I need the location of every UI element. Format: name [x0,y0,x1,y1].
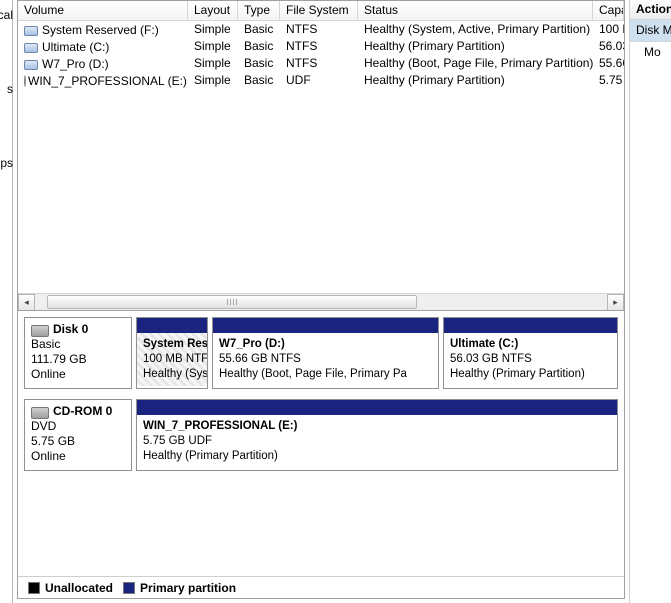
horizontal-scrollbar[interactable]: ◂ ▸ [18,293,624,310]
volume-capacity: 55.66 [593,56,624,72]
partition-band [444,318,617,333]
volume-type: Basic [238,56,280,72]
disk-kind: DVD [31,419,125,434]
partition[interactable]: WIN_7_PROFESSIONAL (E:)5.75 GB UDFHealth… [136,399,618,471]
partition-area: WIN_7_PROFESSIONAL (E:)5.75 GB UDFHealth… [136,399,618,471]
scroll-track[interactable] [35,294,607,310]
volume-capacity: 5.75 G [593,73,624,89]
volume-type: Basic [238,22,280,38]
scroll-thumb[interactable] [47,295,417,309]
actions-group[interactable]: Disk Ma [630,20,671,42]
partition-area: System Rese100 MB NTFSHealthy (SystW7_Pr… [136,317,618,389]
partition-name: System Rese [143,337,201,352]
volume-list-rows: System Reserved (F:)SimpleBasicNTFSHealt… [18,21,624,293]
actions-pane: Actions Disk Ma Mo [629,0,671,603]
actions-title: Actions [630,0,671,20]
tree-nav-fragment: ocal s ups [0,0,13,603]
partition-name: W7_Pro (D:) [219,337,432,352]
disk-icon [31,405,49,419]
volume-row[interactable]: W7_Pro (D:) SimpleBasicNTFSHealthy (Boot,… [18,55,624,72]
volume-fs: NTFS [280,39,358,55]
volume-layout: Simple [188,73,238,89]
disk-icon [31,323,49,337]
legend-unallocated-label: Unallocated [45,581,113,595]
volume-capacity: 100 M [593,22,624,38]
volume-list-header: Volume Layout Type File System Status Ca… [18,1,624,21]
legend: Unallocated Primary partition [18,576,624,598]
volume-type: Basic [238,73,280,89]
partition-name: WIN_7_PROFESSIONAL (E:) [143,419,611,434]
volume-drive-icon [24,41,38,53]
partition-status: Healthy (Primary Partition) [143,449,611,464]
tree-frag[interactable]: s [7,82,13,96]
volume-layout: Simple [188,56,238,72]
column-header-volume[interactable]: Volume [18,1,188,20]
volume-name: WIN_7_PROFESSIONAL (E:) [28,74,187,88]
volume-list: Volume Layout Type File System Status Ca… [18,1,624,311]
scroll-left-button[interactable]: ◂ [18,294,35,311]
volume-fs: NTFS [280,22,358,38]
partition[interactable]: System Rese100 MB NTFSHealthy (Syst [136,317,208,389]
volume-status: Healthy (Boot, Page File, Primary Partit… [358,56,593,72]
volume-drive-icon [24,58,38,70]
partition-size: 5.75 GB UDF [143,434,611,449]
partition-status: Healthy (Primary Partition) [450,367,611,382]
volume-name: Ultimate (C:) [42,40,109,54]
tree-frag[interactable]: ocal [0,8,13,22]
volume-status: Healthy (System, Active, Primary Partiti… [358,22,593,38]
column-header-capacity[interactable]: Capa [593,1,624,20]
disk-size: 5.75 GB [31,434,125,449]
volume-capacity: 56.03 [593,39,624,55]
disk-management-pane: Volume Layout Type File System Status Ca… [17,0,625,599]
partition-name: Ultimate (C:) [450,337,611,352]
volume-name: System Reserved (F:) [42,23,159,37]
swatch-navy-icon [123,582,135,594]
volume-fs: UDF [280,73,358,89]
scroll-right-button[interactable]: ▸ [607,294,624,311]
tree-frag[interactable]: ups [0,156,13,170]
partition-band [137,318,207,333]
legend-unallocated: Unallocated [28,581,113,595]
volume-fs: NTFS [280,56,358,72]
disk-label[interactable]: Disk 0Basic111.79 GBOnline [24,317,132,389]
partition-band [213,318,438,333]
disk-name: CD-ROM 0 [53,404,112,419]
swatch-black-icon [28,582,40,594]
volume-type: Basic [238,39,280,55]
legend-primary: Primary partition [123,581,236,595]
volume-status: Healthy (Primary Partition) [358,73,593,89]
volume-row[interactable]: Ultimate (C:) SimpleBasicNTFSHealthy (Pri… [18,38,624,55]
partition-size: 56.03 GB NTFS [450,352,611,367]
volume-row[interactable]: System Reserved (F:) SimpleBasicNTFSHealt… [18,21,624,38]
partition-status: Healthy (Syst [143,367,201,382]
partition-size: 100 MB NTFS [143,352,201,367]
volume-row[interactable]: WIN_7_PROFESSIONAL (E:)SimpleBasicUDFHea… [18,72,624,89]
disk-label[interactable]: CD-ROM 0DVD5.75 GBOnline [24,399,132,471]
disk-kind: Basic [31,337,125,352]
graphical-disk-map: Disk 0Basic111.79 GBOnlineSystem Rese100… [18,311,624,576]
volume-name: W7_Pro (D:) [42,57,109,71]
disk-name: Disk 0 [53,322,88,337]
column-header-status[interactable]: Status [358,1,593,20]
column-header-fs[interactable]: File System [280,1,358,20]
partition-band [137,400,617,415]
column-header-layout[interactable]: Layout [188,1,238,20]
volume-layout: Simple [188,22,238,38]
disk-state: Online [31,367,125,382]
disk-row: CD-ROM 0DVD5.75 GBOnlineWIN_7_PROFESSION… [24,399,618,471]
actions-more[interactable]: Mo [630,42,671,62]
partition-size: 55.66 GB NTFS [219,352,432,367]
volume-drive-icon [24,24,38,36]
disk-state: Online [31,449,125,464]
legend-primary-label: Primary partition [140,581,236,595]
disk-row: Disk 0Basic111.79 GBOnlineSystem Rese100… [24,317,618,389]
volume-layout: Simple [188,39,238,55]
partition[interactable]: W7_Pro (D:)55.66 GB NTFSHealthy (Boot, P… [212,317,439,389]
disk-size: 111.79 GB [31,352,125,367]
partition[interactable]: Ultimate (C:)56.03 GB NTFSHealthy (Prima… [443,317,618,389]
volume-status: Healthy (Primary Partition) [358,39,593,55]
partition-status: Healthy (Boot, Page File, Primary Pa [219,367,432,382]
column-header-type[interactable]: Type [238,1,280,20]
